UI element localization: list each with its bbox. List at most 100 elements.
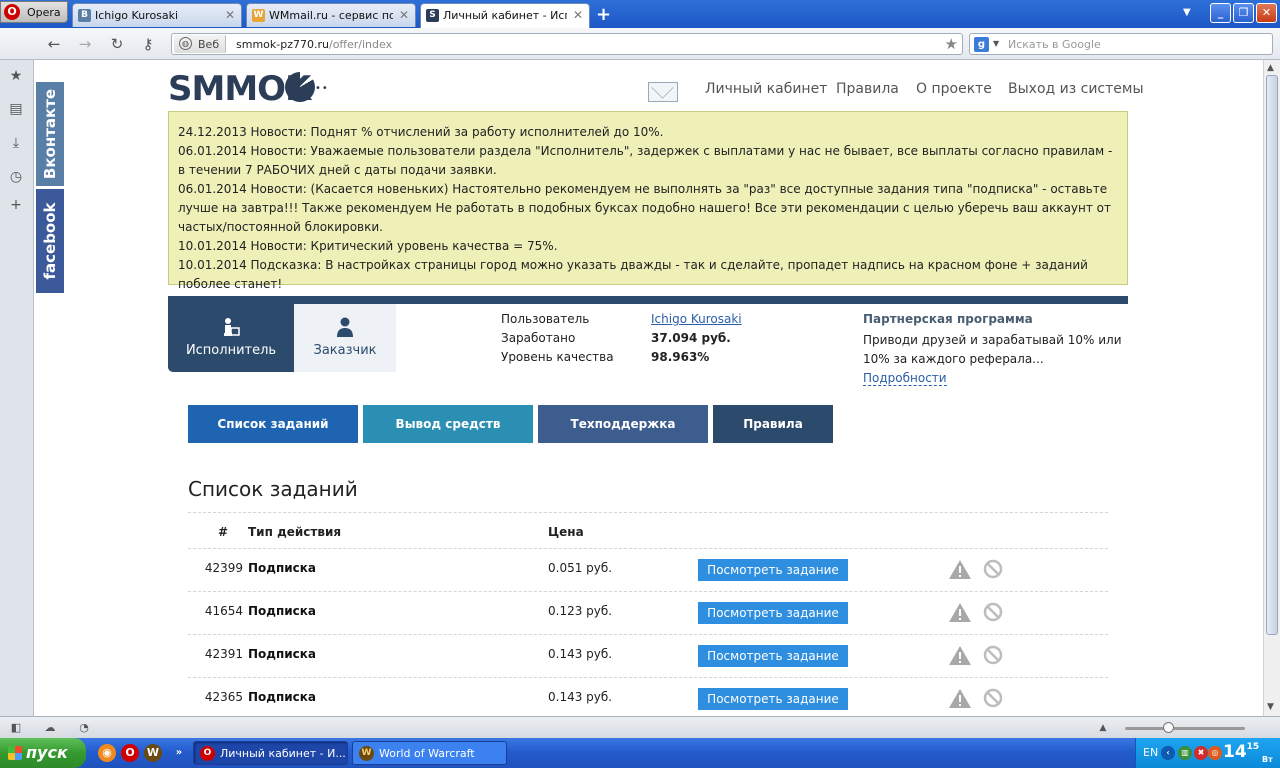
news-item: 10.01.2014 Подсказка: В настройках стран… bbox=[178, 258, 1088, 291]
url-field[interactable]: ◍ Веб smmok-pz770.ru/offer/index ★ bbox=[171, 33, 963, 55]
search-placeholder: Искать в Google bbox=[1008, 38, 1101, 51]
bookmarks-star-icon[interactable]: ★ bbox=[7, 67, 25, 85]
table-row: 42399 Подписка 0.051 руб. Посмотреть зад… bbox=[188, 549, 1108, 592]
nav-logout[interactable]: Выход из системы bbox=[1008, 81, 1144, 97]
partner-more-link[interactable]: Подробности bbox=[863, 371, 947, 386]
maximize-icon[interactable]: ❐ bbox=[1233, 3, 1254, 23]
panel-toggle-icon[interactable]: ◧ bbox=[8, 720, 24, 736]
tray-chevron-icon[interactable]: ‹ bbox=[1161, 746, 1175, 760]
back-icon[interactable]: ← bbox=[44, 35, 64, 53]
chevron-down-icon[interactable]: ▼ bbox=[993, 39, 999, 48]
firefox-icon[interactable]: ◉ bbox=[98, 744, 116, 762]
windows-taskbar: пуск ◉ O W » O Личный кабинет - И... W W… bbox=[0, 738, 1280, 768]
notes-icon[interactable]: ▤ bbox=[7, 100, 25, 118]
zoom-slider-knob[interactable] bbox=[1163, 722, 1174, 733]
view-task-button[interactable]: Посмотреть задание bbox=[698, 645, 848, 667]
warning-icon[interactable] bbox=[948, 645, 972, 666]
opera-task-icon: O bbox=[200, 746, 215, 761]
facebook-widget[interactable]: facebook bbox=[36, 189, 64, 293]
vkontakte-widget[interactable]: Вконтакте bbox=[36, 82, 64, 186]
role-executor-tab[interactable]: Исполнитель bbox=[168, 304, 294, 372]
partner-text: Приводи друзей и зарабатывай 10% или 10%… bbox=[863, 331, 1128, 388]
add-panel-icon[interactable]: + bbox=[7, 196, 25, 214]
taskbar-task-label: Личный кабинет - И... bbox=[220, 747, 346, 760]
task-list-button[interactable]: Список заданий bbox=[188, 405, 358, 443]
block-icon[interactable] bbox=[983, 688, 1003, 708]
close-tab-icon[interactable]: ✕ bbox=[399, 8, 409, 22]
tab-ichigo[interactable]: В Ichigo Kurosaki ✕ bbox=[72, 3, 242, 27]
google-icon[interactable]: g bbox=[974, 37, 989, 52]
executor-icon bbox=[224, 318, 240, 336]
close-window-icon[interactable]: ✕ bbox=[1256, 3, 1277, 23]
system-tray: EN ‹ ▥ ✖ ◎ 1415 Вт bbox=[1135, 738, 1280, 768]
nav-rules[interactable]: Правила bbox=[836, 81, 899, 97]
antivirus-icon[interactable]: ✖ bbox=[1194, 746, 1208, 760]
speed-dial-icon[interactable]: ◔ bbox=[76, 720, 92, 736]
news-item: 06.01.2014 Новости: (Касается новеньких)… bbox=[178, 182, 1112, 234]
nav-about[interactable]: О проекте bbox=[916, 81, 992, 97]
tab-title: WMmail.ru - сервис поч… bbox=[269, 9, 393, 22]
url-host: smmok-pz770.ru bbox=[236, 38, 329, 51]
language-indicator[interactable]: EN bbox=[1143, 746, 1158, 759]
scroll-thumb[interactable] bbox=[1266, 75, 1278, 635]
page-content: SMMOK •• Личный кабинет Правила О проект… bbox=[148, 61, 1148, 716]
block-icon[interactable] bbox=[983, 559, 1003, 579]
minimize-icon[interactable]: _ bbox=[1210, 3, 1231, 23]
bookmark-star-icon[interactable]: ★ bbox=[945, 35, 958, 53]
opera-quicklaunch-icon[interactable]: O bbox=[121, 744, 139, 762]
url-text: smmok-pz770.ru/offer/index bbox=[236, 38, 392, 51]
history-clock-icon[interactable]: ◷ bbox=[7, 168, 25, 186]
new-tab-icon[interactable]: + bbox=[596, 4, 611, 25]
role-customer-label: Заказчик bbox=[313, 343, 377, 358]
view-task-button[interactable]: Посмотреть задание bbox=[698, 602, 848, 624]
zoom-slider[interactable] bbox=[1125, 722, 1245, 733]
close-tab-icon[interactable]: ✕ bbox=[573, 8, 583, 22]
taskbar-task-opera[interactable]: O Личный кабинет - И... bbox=[193, 741, 348, 765]
block-icon[interactable] bbox=[983, 602, 1003, 622]
partner-title: Партнерская программа bbox=[863, 312, 1033, 326]
mail-envelope-icon[interactable] bbox=[648, 82, 678, 102]
tab-menu-chevron-icon[interactable]: ▼ bbox=[1183, 7, 1191, 18]
warning-icon[interactable] bbox=[948, 559, 972, 580]
tray-app-icon[interactable]: ◎ bbox=[1208, 746, 1222, 760]
taskbar-task-wow[interactable]: W World of Warcraft bbox=[352, 741, 507, 765]
support-button[interactable]: Техподдержка bbox=[538, 405, 708, 443]
view-task-button[interactable]: Посмотреть задание bbox=[698, 559, 848, 581]
web-badge[interactable]: ◍ Веб bbox=[174, 35, 226, 53]
scroll-up-icon[interactable]: ▲ bbox=[1267, 63, 1274, 73]
rules-button[interactable]: Правила bbox=[713, 405, 833, 443]
wow-quicklaunch-icon[interactable]: W bbox=[144, 744, 162, 762]
clock[interactable]: 1415 bbox=[1223, 742, 1259, 762]
user-name-link[interactable]: Ichigo Kurosaki bbox=[651, 312, 742, 326]
network-icon[interactable]: ▥ bbox=[1178, 746, 1192, 760]
downloads-icon[interactable]: ⤓ bbox=[7, 134, 25, 152]
reload-icon[interactable]: ↻ bbox=[107, 35, 127, 53]
turbo-cloud-icon[interactable]: ☁ bbox=[42, 720, 58, 736]
tab-personal-cabinet[interactable]: S Личный кабинет - Испо… ✕ bbox=[420, 3, 590, 28]
role-executor-label: Исполнитель bbox=[185, 343, 277, 358]
zoom-menu-icon[interactable]: ▲ bbox=[1095, 720, 1111, 736]
nav-personal-cabinet[interactable]: Личный кабинет bbox=[705, 81, 827, 97]
table-row: 42365 Подписка 0.143 руб. Посмотреть зад… bbox=[188, 678, 1108, 716]
key-icon[interactable]: ⚷ bbox=[138, 35, 158, 53]
news-box: 24.12.2013 Новости: Поднят % отчислений … bbox=[168, 111, 1128, 291]
block-icon[interactable] bbox=[983, 645, 1003, 665]
vertical-scrollbar[interactable]: ▲ ▼ bbox=[1263, 60, 1280, 716]
scroll-down-icon[interactable]: ▼ bbox=[1267, 702, 1274, 712]
role-customer-tab[interactable]: Заказчик bbox=[294, 304, 396, 372]
opera-menu-button[interactable]: O Opera bbox=[0, 1, 68, 23]
view-task-button[interactable]: Посмотреть задание bbox=[698, 688, 848, 710]
task-id: 41654 bbox=[204, 604, 243, 618]
withdraw-button[interactable]: Вывод средств bbox=[363, 405, 533, 443]
more-quicklaunch-icon[interactable]: » bbox=[170, 744, 188, 762]
warning-icon[interactable] bbox=[948, 602, 972, 623]
search-input[interactable]: g ▼ Искать в Google bbox=[969, 33, 1273, 55]
browser-status-bar: ◧ ☁ ◔ ▲ bbox=[0, 716, 1280, 738]
forward-icon[interactable]: → bbox=[75, 35, 95, 53]
warning-icon[interactable] bbox=[948, 688, 972, 709]
tab-wmmail[interactable]: W WMmail.ru - сервис поч… ✕ bbox=[246, 3, 416, 27]
close-tab-icon[interactable]: ✕ bbox=[225, 8, 235, 22]
start-button[interactable]: пуск bbox=[0, 738, 86, 768]
globe-icon: ◍ bbox=[179, 37, 192, 50]
vkontakte-label: Вконтакте bbox=[41, 88, 59, 180]
